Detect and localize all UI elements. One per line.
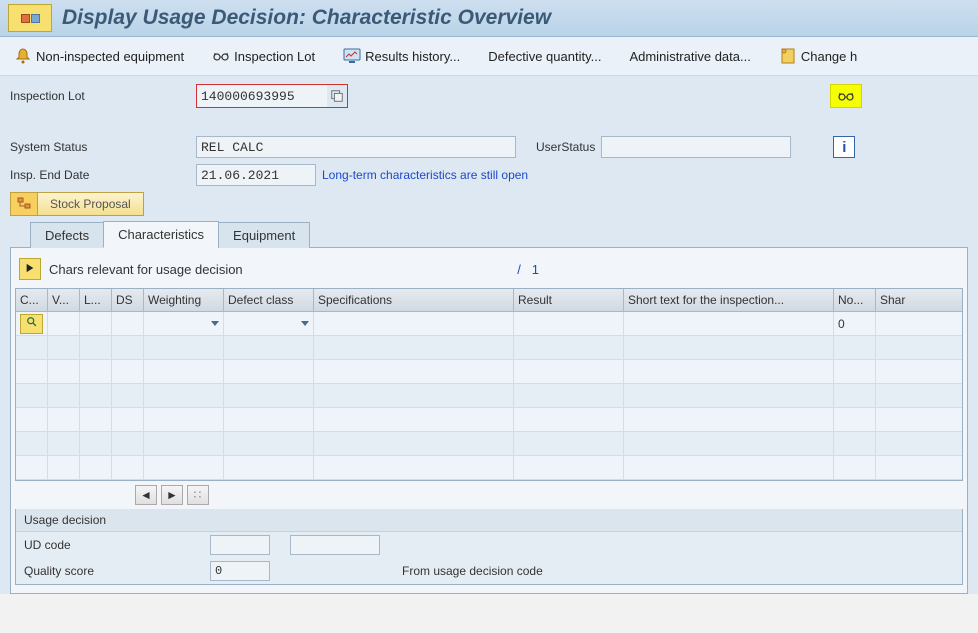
scroll-icon [779,47,797,65]
chars-count: / 1 [517,262,539,277]
quality-score-label: Quality score [24,564,204,578]
ud-code-input-2[interactable] [290,535,380,555]
play-icon [25,262,35,276]
row-detail-button[interactable] [20,314,43,334]
table-row [16,456,962,480]
stock-proposal-button[interactable]: Stock Proposal [38,192,144,216]
col-no[interactable]: No... [834,289,876,311]
system-status-label: System Status [10,140,190,154]
long-term-characteristics-message: Long-term characteristics are still open [322,168,528,182]
title-bar: Display Usage Decision: Characteristic O… [0,0,978,37]
user-status-value[interactable] [601,136,791,158]
stock-proposal-label: Stock Proposal [50,197,131,211]
col-weighting[interactable]: Weighting [144,289,224,311]
scroll-settings-button[interactable]: ∷ [187,485,209,505]
stock-tree-icon[interactable] [10,192,38,216]
col-short-text[interactable]: Short text for the inspection... [624,289,834,311]
inspection-lot-row: Inspection Lot 140000693995 [10,84,968,108]
chevron-left-icon: ◄ [140,488,152,502]
ud-code-input-1[interactable] [210,535,270,555]
table-row [16,336,962,360]
glasses-icon [837,87,855,105]
grid-h-scroll: ◄ ► ∷ [15,481,963,509]
content-area: Inspection Lot 140000693995 System Statu… [0,76,978,594]
insp-end-date-value: 21.06.2021 [196,164,316,186]
chars-subbar: Chars relevant for usage decision / 1 [15,256,963,288]
insp-end-date-row: Insp. End Date 21.06.2021 Long-term char… [10,164,968,186]
dots-icon: ∷ [194,488,203,502]
characteristics-grid: C... V... L... DS Weighting Defect class… [15,288,963,481]
insp-end-date-label: Insp. End Date [10,168,190,182]
col-specifications[interactable]: Specifications [314,289,514,311]
info-icon: i [842,139,846,156]
info-button[interactable]: i [833,136,855,158]
tab-characteristics[interactable]: Characteristics [103,221,219,248]
chevron-right-icon: ► [166,488,178,502]
chars-subbar-label: Chars relevant for usage decision [49,262,243,277]
characteristics-panel: Chars relevant for usage decision / 1 C.… [10,247,968,594]
usage-decision-panel: Usage decision UD code Quality score 0 F… [15,509,963,585]
col-c[interactable]: C... [16,289,48,311]
page-title: Display Usage Decision: Characteristic O… [62,6,551,30]
change-history-label: Change h [801,49,857,64]
bell-icon [14,47,32,65]
monitor-chart-icon [343,47,361,65]
col-v[interactable]: V... [48,289,80,311]
table-row [16,384,962,408]
administrative-data-label: Administrative data... [629,49,750,64]
col-defect-class[interactable]: Defect class [224,289,314,311]
grid-body: 0 [16,312,962,480]
quality-score-value: 0 [210,561,270,581]
inspection-lot-tb-label: Inspection Lot [234,49,315,64]
chevron-down-icon[interactable] [301,321,309,326]
defective-quantity-label: Defective quantity... [488,49,601,64]
highlighted-display-button[interactable] [830,84,862,108]
chevron-down-icon[interactable] [211,321,219,326]
stock-proposal-row: Stock Proposal [10,192,968,216]
inspection-lot-input[interactable]: 140000693995 [197,85,327,107]
tab-equipment[interactable]: Equipment [218,222,310,248]
grid-header: C... V... L... DS Weighting Defect class… [16,289,962,312]
quality-score-row: Quality score 0 From usage decision code [16,558,962,584]
col-ds[interactable]: DS [112,289,144,311]
change-history-button[interactable]: Change h [775,45,861,67]
f4-help-icon[interactable] [327,87,347,105]
ud-code-label: UD code [24,538,204,552]
table-row [16,360,962,384]
col-l[interactable]: L... [80,289,112,311]
user-status-label: UserStatus [536,140,595,154]
scroll-left-button[interactable]: ◄ [135,485,157,505]
system-status-value: REL CALC [196,136,516,158]
inspection-lot-label: Inspection Lot [10,89,190,103]
defective-quantity-button[interactable]: Defective quantity... [484,47,605,66]
scroll-right-button[interactable]: ► [161,485,183,505]
main-toolbar: Non-inspected equipment Inspection Lot R… [0,37,978,76]
inspection-lot-field-wrap[interactable]: 140000693995 [196,84,348,108]
usage-decision-title: Usage decision [16,509,962,532]
table-row [16,432,962,456]
results-history-label: Results history... [365,49,460,64]
col-result[interactable]: Result [514,289,624,311]
tab-strip: Defects Characteristics Equipment [10,220,968,247]
execute-button[interactable] [19,258,41,280]
tab-defects[interactable]: Defects [30,222,104,248]
table-row [16,408,962,432]
from-ud-code-label: From usage decision code [402,564,543,578]
results-history-button[interactable]: Results history... [339,45,464,67]
non-inspected-equipment-button[interactable]: Non-inspected equipment [10,45,188,67]
non-inspected-equipment-label: Non-inspected equipment [36,49,184,64]
ud-code-row: UD code [16,532,962,558]
app-icon [8,4,52,32]
system-status-row: System Status REL CALC UserStatus i [10,136,968,158]
glasses-icon [212,47,230,65]
col-share[interactable]: Shar [876,289,962,311]
inspection-lot-button[interactable]: Inspection Lot [208,45,319,67]
table-row[interactable]: 0 [16,312,962,336]
magnifier-icon [26,316,38,331]
administrative-data-button[interactable]: Administrative data... [625,47,754,66]
cell-no: 0 [834,312,876,335]
